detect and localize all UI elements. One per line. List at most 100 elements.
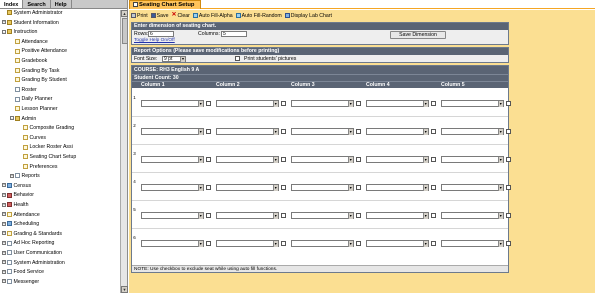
nav-item[interactable]: Locker Roster Assi bbox=[18, 144, 73, 152]
seat-select[interactable]: ▼ bbox=[366, 100, 429, 107]
seat-select[interactable]: ▼ bbox=[366, 212, 429, 219]
exclude-seat-checkbox[interactable] bbox=[281, 185, 286, 190]
seat-select[interactable]: ▼ bbox=[216, 212, 279, 219]
tab-help[interactable]: Help bbox=[51, 0, 72, 8]
exclude-seat-checkbox[interactable] bbox=[431, 129, 436, 134]
nav-item[interactable]: + Ad Hoc Reporting bbox=[2, 240, 54, 248]
seat-select[interactable]: ▼ bbox=[441, 240, 504, 247]
nav-item[interactable]: + System Administration bbox=[2, 260, 65, 268]
nav-item[interactable]: - Instruction bbox=[2, 29, 37, 37]
exclude-seat-checkbox[interactable] bbox=[506, 213, 511, 218]
expand-icon[interactable]: + bbox=[2, 202, 6, 207]
seat-select[interactable]: ▼ bbox=[291, 212, 354, 219]
nav-item[interactable]: + Behavior bbox=[2, 192, 34, 200]
seat-select[interactable]: ▼ bbox=[291, 240, 354, 247]
seat-select[interactable]: ▼ bbox=[216, 156, 279, 163]
exclude-seat-checkbox[interactable] bbox=[206, 241, 211, 246]
exclude-seat-checkbox[interactable] bbox=[506, 185, 511, 190]
nav-item[interactable]: + Census bbox=[2, 183, 31, 191]
nav-item[interactable]: Daily Planner bbox=[10, 96, 52, 104]
exclude-seat-checkbox[interactable] bbox=[431, 101, 436, 106]
exclude-seat-checkbox[interactable] bbox=[281, 213, 286, 218]
nav-item[interactable]: + Health bbox=[2, 202, 29, 210]
seat-select[interactable]: ▼ bbox=[441, 184, 504, 191]
exclude-seat-checkbox[interactable] bbox=[431, 213, 436, 218]
exclude-seat-checkbox[interactable] bbox=[206, 185, 211, 190]
seat-select[interactable]: ▼ bbox=[216, 100, 279, 107]
nav-item[interactable]: + Scheduling bbox=[2, 221, 39, 229]
seat-select[interactable]: ▼ bbox=[141, 212, 204, 219]
nav-item[interactable]: System Administrator bbox=[2, 10, 63, 18]
save-dimension-button[interactable]: Save Dimension bbox=[390, 30, 446, 39]
exclude-seat-checkbox[interactable] bbox=[356, 157, 361, 162]
print-pictures-checkbox[interactable] bbox=[235, 56, 240, 61]
nav-item[interactable]: Preferences bbox=[18, 164, 57, 172]
exclude-seat-checkbox[interactable] bbox=[506, 129, 511, 134]
seat-select[interactable]: ▼ bbox=[441, 212, 504, 219]
nav-item[interactable]: - Admin bbox=[10, 116, 36, 124]
expand-icon[interactable]: + bbox=[2, 241, 6, 246]
print-button[interactable]: Print bbox=[131, 13, 148, 19]
exclude-seat-checkbox[interactable] bbox=[356, 241, 361, 246]
expand-icon[interactable]: + bbox=[2, 183, 6, 188]
nav-item[interactable]: Seating Chart Setup bbox=[18, 154, 76, 162]
exclude-seat-checkbox[interactable] bbox=[356, 213, 361, 218]
seat-select[interactable]: ▼ bbox=[366, 156, 429, 163]
scroll-down-icon[interactable]: ▼ bbox=[121, 286, 128, 293]
seat-select[interactable]: ▼ bbox=[291, 128, 354, 135]
auto-fill-alpha-button[interactable]: Auto Fill-Alpha bbox=[192, 13, 233, 19]
exclude-seat-checkbox[interactable] bbox=[356, 185, 361, 190]
nav-item[interactable]: Gradebook bbox=[10, 58, 47, 66]
seat-select[interactable]: ▼ bbox=[141, 128, 204, 135]
exclude-seat-checkbox[interactable] bbox=[506, 101, 511, 106]
exclude-seat-checkbox[interactable] bbox=[431, 241, 436, 246]
exclude-seat-checkbox[interactable] bbox=[206, 101, 211, 106]
tab-index[interactable]: Index bbox=[0, 0, 24, 8]
exclude-seat-checkbox[interactable] bbox=[281, 101, 286, 106]
nav-item[interactable]: + Food Service bbox=[2, 269, 44, 277]
nav-item[interactable]: + Messenger bbox=[2, 279, 39, 287]
expand-icon[interactable]: + bbox=[2, 279, 6, 284]
seat-select[interactable]: ▼ bbox=[141, 184, 204, 191]
tab-search[interactable]: Search bbox=[23, 0, 51, 8]
scroll-thumb[interactable] bbox=[121, 18, 128, 44]
nav-item[interactable]: Grading By Student bbox=[10, 77, 67, 85]
nav-item[interactable]: + Student Information bbox=[2, 20, 59, 28]
seat-select[interactable]: ▼ bbox=[441, 128, 504, 135]
seat-select[interactable]: ▼ bbox=[366, 128, 429, 135]
exclude-seat-checkbox[interactable] bbox=[506, 157, 511, 162]
font-size-select[interactable]: 9 pt ▼ bbox=[162, 55, 186, 62]
seat-select[interactable]: ▼ bbox=[366, 184, 429, 191]
seat-select[interactable]: ▼ bbox=[291, 156, 354, 163]
toggle-help-link[interactable]: Toggle Help On/Off bbox=[134, 38, 175, 43]
expand-icon[interactable]: + bbox=[2, 260, 6, 265]
exclude-seat-checkbox[interactable] bbox=[356, 129, 361, 134]
exclude-seat-checkbox[interactable] bbox=[431, 157, 436, 162]
expand-icon[interactable]: + bbox=[10, 173, 14, 178]
expand-icon[interactable]: + bbox=[2, 221, 6, 226]
seat-select[interactable]: ▼ bbox=[441, 100, 504, 107]
auto-fill-random-button[interactable]: Auto Fill-Random bbox=[235, 13, 282, 19]
nav-scrollbar[interactable]: ▲ ▼ bbox=[120, 10, 128, 293]
nav-item[interactable]: + User Communication bbox=[2, 250, 62, 258]
seat-select[interactable]: ▼ bbox=[366, 240, 429, 247]
nav-item[interactable]: Lesson Planner bbox=[10, 106, 58, 114]
expand-icon[interactable]: + bbox=[2, 193, 6, 198]
collapse-icon[interactable]: - bbox=[10, 116, 14, 121]
nav-item[interactable]: Positive Attendance bbox=[10, 48, 67, 56]
seat-select[interactable]: ▼ bbox=[291, 100, 354, 107]
exclude-seat-checkbox[interactable] bbox=[206, 213, 211, 218]
nav-item[interactable]: + Grading & Standards bbox=[2, 231, 62, 239]
exclude-seat-checkbox[interactable] bbox=[356, 101, 361, 106]
nav-item[interactable]: Composite Grading bbox=[18, 125, 74, 133]
seat-select[interactable]: ▼ bbox=[216, 240, 279, 247]
expand-icon[interactable]: + bbox=[2, 20, 6, 25]
exclude-seat-checkbox[interactable] bbox=[206, 129, 211, 134]
exclude-seat-checkbox[interactable] bbox=[431, 185, 436, 190]
seat-select[interactable]: ▼ bbox=[141, 156, 204, 163]
tab-seating-chart-setup[interactable]: Seating Chart Setup bbox=[129, 0, 202, 9]
nav-item[interactable]: Attendance bbox=[10, 39, 48, 47]
nav-item[interactable]: Grading By Task bbox=[10, 68, 59, 76]
expand-icon[interactable]: + bbox=[2, 269, 6, 274]
nav-item[interactable]: Curves bbox=[18, 135, 46, 143]
